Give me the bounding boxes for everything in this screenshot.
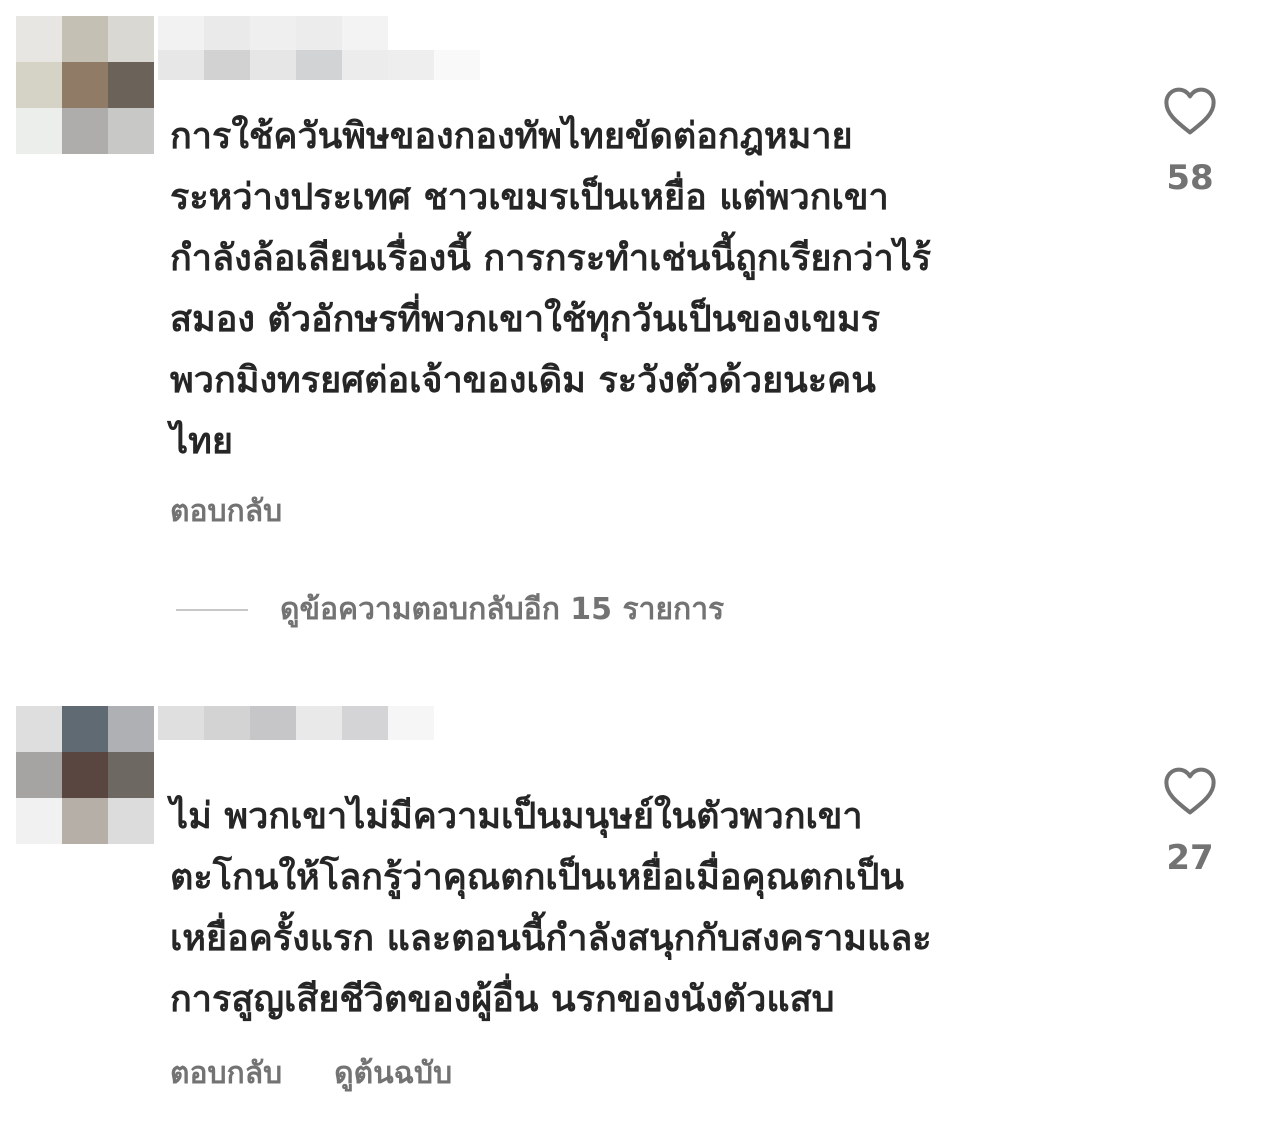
username-pixel bbox=[296, 706, 342, 740]
username-pixel bbox=[158, 740, 204, 770]
heart-outline-icon[interactable] bbox=[1163, 766, 1217, 816]
username-pixel bbox=[388, 740, 434, 770]
reply-button[interactable]: ตอบกลับ bbox=[170, 1050, 282, 1097]
username-pixel bbox=[342, 706, 388, 740]
avatar-pixel bbox=[108, 706, 154, 752]
like-count: 27 bbox=[1166, 838, 1214, 878]
avatar-pixel bbox=[108, 798, 154, 844]
username-pixel bbox=[342, 740, 388, 770]
avatar[interactable] bbox=[16, 706, 154, 844]
avatar-pixel bbox=[62, 706, 108, 752]
username-blurred[interactable] bbox=[158, 706, 480, 770]
avatar-pixel bbox=[16, 752, 62, 798]
username-pixel bbox=[250, 740, 296, 770]
comment-text: ไม่ พวกเขาไม่มีความเป็นมนุษย์ในตัวพวกเขา… bbox=[170, 796, 932, 1020]
comment-actions: ตอบกลับ ดูต้นฉบับ bbox=[170, 1050, 452, 1097]
like-area: 27 bbox=[1150, 766, 1230, 878]
username-pixel bbox=[434, 706, 480, 740]
see-original-button[interactable]: ดูต้นฉบับ bbox=[334, 1050, 452, 1097]
avatar-pixel bbox=[62, 752, 108, 798]
avatar-pixel bbox=[16, 798, 62, 844]
username-pixel bbox=[250, 706, 296, 740]
username-pixel bbox=[296, 740, 342, 770]
username-pixel bbox=[204, 740, 250, 770]
username-pixel bbox=[204, 706, 250, 740]
username-pixel bbox=[388, 706, 434, 740]
avatar-pixel bbox=[16, 706, 62, 752]
avatar-pixel bbox=[62, 798, 108, 844]
username-pixel bbox=[434, 740, 480, 770]
comment-item: ไม่ พวกเขาไม่มีความเป็นมนุษย์ในตัวพวกเขา… bbox=[0, 0, 1280, 1142]
avatar-pixel bbox=[108, 752, 154, 798]
username-pixel bbox=[158, 706, 204, 740]
